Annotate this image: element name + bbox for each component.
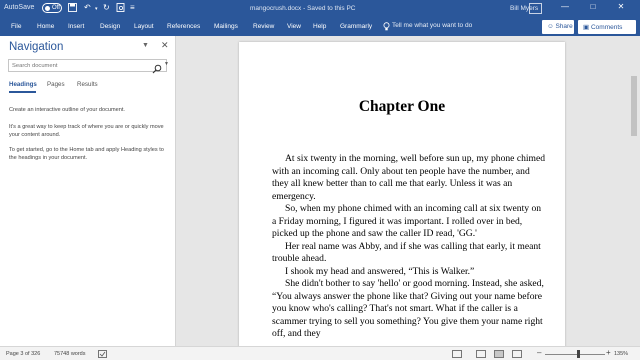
paragraph[interactable]: So, when my phone chimed with an incomin… bbox=[272, 203, 546, 241]
nav-tab-headings[interactable]: Headings bbox=[9, 81, 37, 88]
search-document-box: ▼ bbox=[8, 59, 169, 74]
print-preview-icon[interactable] bbox=[116, 3, 125, 14]
maximize-icon[interactable]: □ bbox=[586, 2, 600, 14]
undo-dropdown-icon[interactable]: ▾ bbox=[95, 6, 98, 12]
nav-help-text-3: To get started, go to the Home tab and a… bbox=[9, 147, 164, 161]
zoom-level[interactable]: 135% bbox=[614, 351, 628, 357]
navigation-title: Navigation bbox=[9, 41, 64, 53]
document-title: mangocrush.docx - Saved to this PC bbox=[250, 5, 356, 12]
document-body[interactable]: At six twenty in the morning, well befor… bbox=[272, 153, 546, 341]
status-bar: Page 3 of 326 75748 words – + 135% bbox=[0, 346, 640, 360]
toggle-knob bbox=[45, 5, 50, 11]
paragraph[interactable]: She didn't bother to say 'hello' or good… bbox=[272, 278, 546, 341]
page-count[interactable]: Page 3 of 326 bbox=[6, 351, 40, 357]
scrollbar-thumb[interactable] bbox=[631, 76, 637, 136]
paragraph[interactable]: At six twenty in the morning, well befor… bbox=[272, 153, 546, 203]
search-options-chevron-icon[interactable]: ▼ bbox=[164, 61, 169, 67]
autosave-state: Off bbox=[52, 4, 60, 11]
nav-help-text-1: Create an interactive outline of your do… bbox=[9, 107, 125, 113]
zoom-out-icon[interactable]: – bbox=[537, 348, 541, 357]
tab-home[interactable]: Home bbox=[37, 23, 54, 30]
read-mode-icon[interactable] bbox=[476, 350, 486, 358]
zoom-in-icon[interactable]: + bbox=[606, 348, 611, 357]
nav-tab-results[interactable]: Results bbox=[77, 81, 98, 88]
vertical-scrollbar[interactable] bbox=[628, 36, 640, 346]
share-label: Share bbox=[555, 23, 573, 30]
save-icon[interactable] bbox=[68, 3, 77, 14]
comment-icon: ▣ bbox=[583, 24, 590, 31]
customize-qat-icon[interactable]: ≡ bbox=[130, 3, 135, 12]
focus-mode-icon[interactable] bbox=[452, 350, 462, 360]
search-document-input[interactable] bbox=[9, 60, 139, 71]
pane-options-icon[interactable]: ▼ bbox=[142, 42, 149, 49]
redo-icon[interactable]: ↻ bbox=[103, 3, 110, 12]
chapter-heading[interactable]: Chapter One bbox=[239, 98, 565, 116]
comments-label: Comments bbox=[590, 24, 623, 31]
tab-insert[interactable]: Insert bbox=[68, 23, 84, 30]
zoom-slider-thumb[interactable] bbox=[577, 350, 580, 358]
share-button[interactable]: ☺ Share bbox=[542, 20, 574, 34]
paragraph[interactable]: I shook my head and answered, “This is W… bbox=[272, 266, 546, 279]
minimize-icon[interactable]: — bbox=[558, 2, 572, 14]
paragraph[interactable]: Her real name was Abby, and if she was c… bbox=[272, 241, 546, 266]
close-pane-icon[interactable]: ✕ bbox=[161, 40, 169, 51]
proofing-icon[interactable] bbox=[98, 350, 107, 360]
comments-button[interactable]: ▣ Comments bbox=[578, 20, 636, 34]
document-page[interactable]: Chapter One At six twenty in the morning… bbox=[239, 42, 565, 346]
undo-icon[interactable]: ↶ bbox=[84, 3, 91, 12]
tab-references[interactable]: References bbox=[167, 23, 200, 30]
lightbulb-icon bbox=[383, 22, 390, 31]
document-canvas[interactable]: Chapter One At six twenty in the morning… bbox=[177, 36, 640, 346]
title-bar: AutoSave Off ↶ ▾ ↻ ≡ mangocrush.docx - S… bbox=[0, 0, 640, 18]
tell-me-search[interactable]: Tell me what you want to do bbox=[392, 22, 472, 29]
tab-grammarly[interactable]: Grammarly bbox=[340, 23, 372, 30]
tab-view[interactable]: View bbox=[287, 23, 301, 30]
active-tab-indicator bbox=[9, 91, 36, 93]
nav-help-text-2: It's a great way to keep track of where … bbox=[9, 124, 164, 138]
autosave-toggle[interactable]: Off bbox=[42, 3, 62, 13]
tab-mailings[interactable]: Mailings bbox=[214, 23, 238, 30]
tab-help[interactable]: Help bbox=[313, 23, 326, 30]
share-icon: ☺ bbox=[547, 23, 554, 30]
nav-tab-pages[interactable]: Pages bbox=[47, 81, 65, 88]
zoom-slider[interactable] bbox=[545, 354, 605, 355]
tab-layout[interactable]: Layout bbox=[134, 23, 154, 30]
word-count[interactable]: 75748 words bbox=[54, 351, 86, 357]
print-layout-icon[interactable] bbox=[494, 350, 504, 358]
tab-design[interactable]: Design bbox=[100, 23, 120, 30]
tab-file[interactable]: File bbox=[11, 23, 21, 30]
navigation-pane: Navigation ▼ ✕ ▼ Headings Pages Results … bbox=[0, 36, 176, 346]
tab-review[interactable]: Review bbox=[253, 23, 274, 30]
search-icon[interactable] bbox=[152, 61, 162, 74]
web-layout-icon[interactable] bbox=[512, 350, 522, 358]
ribbon-display-options-icon[interactable] bbox=[529, 3, 542, 14]
autosave-label: AutoSave bbox=[4, 4, 35, 11]
close-window-icon[interactable]: ✕ bbox=[614, 2, 628, 14]
ribbon-tabs: File Home Insert Design Layout Reference… bbox=[0, 18, 640, 36]
